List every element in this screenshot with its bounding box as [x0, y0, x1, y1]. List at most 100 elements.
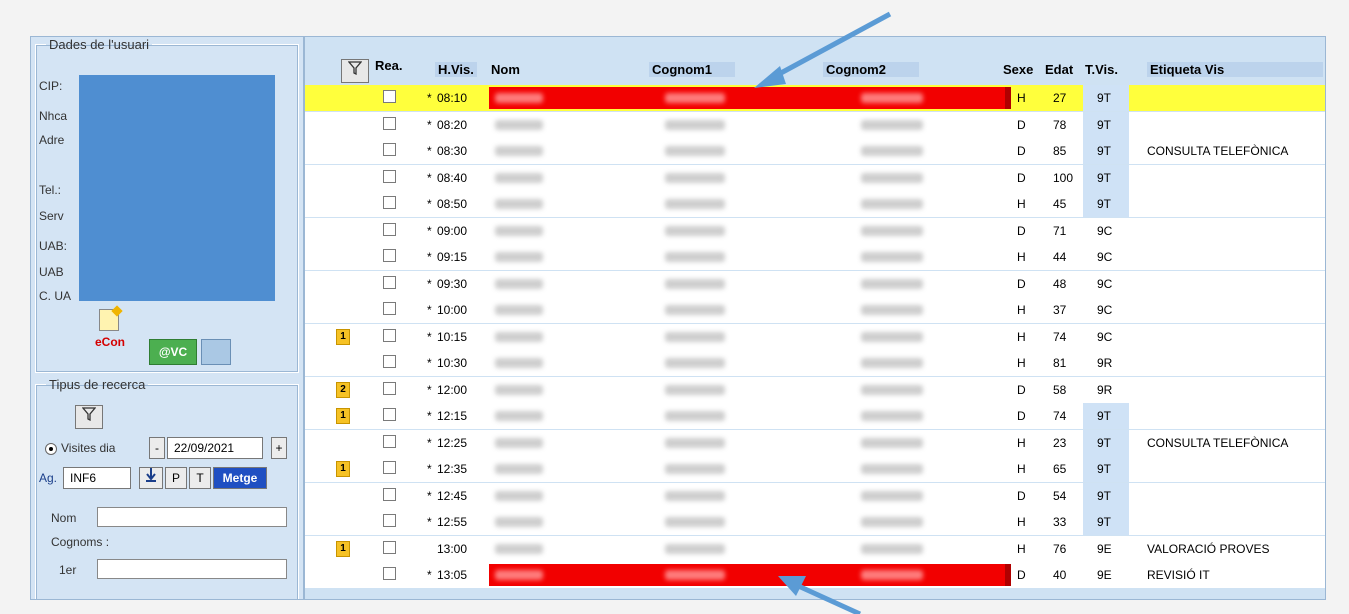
rea-checkbox[interactable]: [383, 328, 396, 342]
rea-checkbox[interactable]: [383, 90, 396, 103]
rea-checkbox[interactable]: [383, 275, 396, 289]
redacted-text: [495, 437, 543, 448]
date-input[interactable]: 22/09/2021: [167, 437, 263, 459]
rea-checkbox[interactable]: [383, 116, 396, 130]
label-cell: VALORACIÓ PROVES: [1147, 541, 1270, 556]
rea-checkbox[interactable]: [383, 196, 396, 209]
sex-marker: [1005, 87, 1011, 109]
rea-checkbox[interactable]: [383, 355, 396, 368]
table-row[interactable]: * 12:45 D 54 9T: [305, 482, 1325, 509]
table-row[interactable]: * 12:55 H 33 9T: [305, 509, 1325, 535]
metge-button[interactable]: Metge: [213, 467, 267, 489]
table-row[interactable]: * 08:30 D 85 9T CONSULTA TELEFÒNICA: [305, 138, 1325, 164]
redacted-text: [861, 464, 923, 474]
bottom-arrow-line: [792, 581, 862, 614]
rea-checkbox[interactable]: [383, 434, 396, 448]
col-rea[interactable]: Rea.: [375, 58, 402, 73]
table-row[interactable]: 1 * 10:15 H 74 9C: [305, 323, 1325, 350]
redacted-text: [861, 199, 923, 209]
video-window-icon[interactable]: [201, 339, 231, 365]
age-cell: 45: [1053, 197, 1067, 211]
visit-time: 08:30: [437, 144, 468, 158]
date-minus-button[interactable]: -: [149, 437, 165, 459]
bottom-annotation-arrow: [778, 576, 862, 614]
rea-checkbox[interactable]: [383, 408, 396, 421]
table-row[interactable]: * 09:15 H 44 9C: [305, 244, 1325, 270]
visit-time: 10:30: [437, 356, 468, 370]
table-row[interactable]: * 10:00 H 37 9C: [305, 297, 1325, 323]
rea-checkbox[interactable]: [383, 487, 396, 501]
rea-checkbox[interactable]: [383, 302, 396, 315]
visites-dia-radio[interactable]: [45, 443, 57, 455]
table-row[interactable]: * 10:30 H 81 9R: [305, 350, 1325, 376]
redacted-text: [665, 93, 725, 103]
rea-checkbox[interactable]: [383, 514, 396, 527]
visit-star: *: [427, 250, 432, 264]
redacted-text: [861, 225, 923, 236]
rea-checkbox[interactable]: [383, 222, 396, 236]
table-row[interactable]: * 08:20 D 78 9T: [305, 111, 1325, 138]
sex-cell: D: [1017, 409, 1026, 423]
p-button[interactable]: P: [165, 467, 187, 489]
note-icon[interactable]: [99, 309, 119, 331]
redacted-text: [495, 358, 543, 368]
ag-input[interactable]: INF6: [63, 467, 131, 489]
rea-checkbox[interactable]: [383, 461, 396, 474]
rea-checkbox[interactable]: [383, 567, 396, 580]
col-nom[interactable]: Nom: [491, 62, 520, 77]
table-row[interactable]: * 08:50 H 45 9T: [305, 191, 1325, 217]
table-row[interactable]: 2 * 12:00 D 58 9R: [305, 376, 1325, 403]
first-surname-input[interactable]: [97, 559, 287, 579]
search-filter-button[interactable]: [75, 405, 103, 429]
download-button[interactable]: [139, 467, 163, 489]
visit-time: 10:15: [437, 329, 468, 344]
sex-cell: D: [1017, 144, 1026, 158]
redacted-text: [665, 358, 725, 368]
rea-checkbox[interactable]: [383, 381, 396, 395]
tvis-cell: 9T: [1097, 409, 1112, 423]
date-plus-button[interactable]: +: [271, 437, 287, 459]
tvis-cell: 9E: [1097, 541, 1112, 556]
table-row[interactable]: * 08:40 D 100 9T: [305, 164, 1325, 191]
table-row[interactable]: * 09:30 D 48 9C: [305, 270, 1325, 297]
tvis-cell: 9T: [1097, 197, 1112, 211]
rea-checkbox[interactable]: [383, 540, 396, 554]
redacted-text: [665, 331, 725, 342]
table-row[interactable]: * 09:00 D 71 9C: [305, 217, 1325, 244]
visit-time: 12:55: [437, 515, 468, 529]
visit-time: 08:40: [437, 170, 468, 185]
cognoms-label: Cognoms :: [51, 535, 110, 549]
col-etiqueta[interactable]: Etiqueta Vis: [1147, 62, 1323, 77]
sex-cell: H: [1017, 91, 1026, 105]
age-cell: 74: [1053, 329, 1067, 344]
visit-star: *: [427, 91, 432, 105]
col-tvis[interactable]: T.Vis.: [1085, 62, 1118, 77]
redacted-text: [495, 305, 543, 315]
age-cell: 74: [1053, 409, 1067, 423]
rea-checkbox[interactable]: [383, 143, 396, 156]
rea-checkbox[interactable]: [383, 249, 396, 262]
grid-filter-button[interactable]: [341, 59, 369, 83]
col-edat[interactable]: Edat: [1045, 62, 1073, 77]
visites-dia-label[interactable]: Visites dia: [61, 441, 115, 455]
redacted-text: [495, 199, 543, 209]
sex-cell: H: [1017, 515, 1026, 529]
col-sexe[interactable]: Sexe: [1003, 62, 1033, 77]
nom-input[interactable]: [97, 507, 287, 527]
econ-link[interactable]: eCon: [95, 335, 125, 349]
table-row[interactable]: 1 13:00 H 76 9E VALORACIÓ PROVES: [305, 535, 1325, 562]
visit-time: 13:00: [437, 541, 468, 556]
col-hvis[interactable]: H.Vis.: [435, 62, 477, 77]
age-cell: 54: [1053, 488, 1067, 503]
redacted-text: [665, 146, 725, 156]
table-row[interactable]: 1 * 12:15 D 74 9T: [305, 403, 1325, 429]
redacted-text: [495, 225, 543, 236]
age-cell: 65: [1053, 462, 1067, 476]
rea-checkbox[interactable]: [383, 169, 396, 183]
table-row[interactable]: * 12:25 H 23 9T CONSULTA TELEFÒNICA: [305, 429, 1325, 456]
vc-button[interactable]: @VC: [149, 339, 197, 365]
table-row[interactable]: 1 * 12:35 H 65 9T: [305, 456, 1325, 482]
redacted-text: [861, 278, 923, 289]
col-cognom1[interactable]: Cognom1: [649, 62, 735, 77]
t-button[interactable]: T: [189, 467, 211, 489]
